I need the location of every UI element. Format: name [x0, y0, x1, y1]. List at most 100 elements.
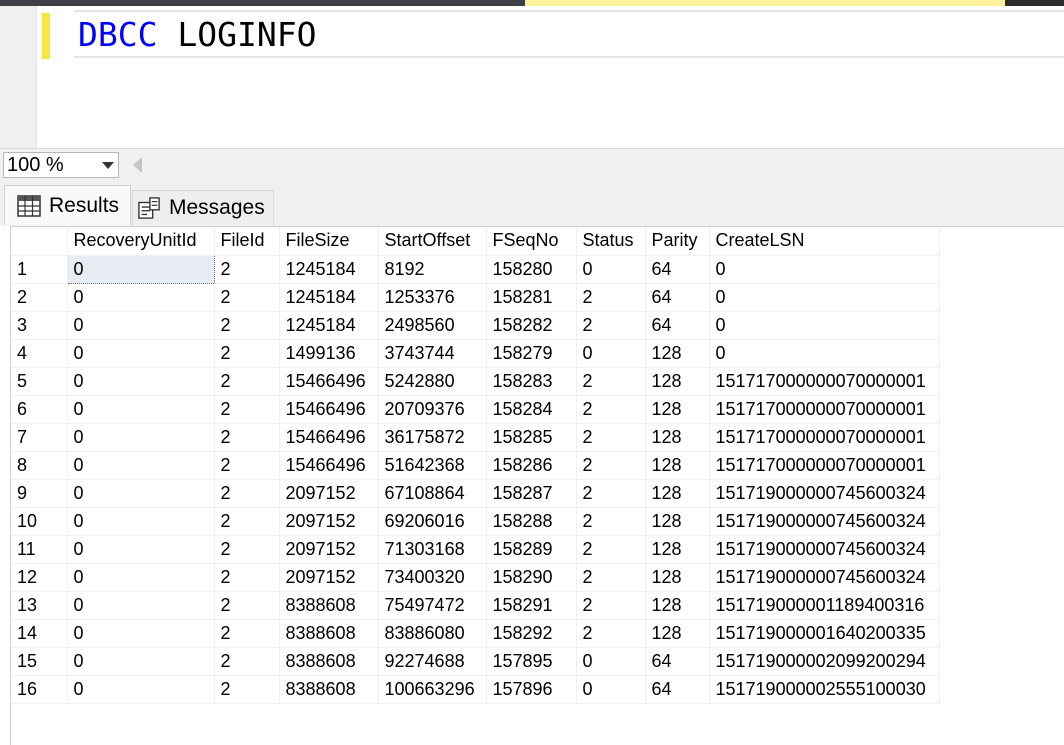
- cell-createlsn[interactable]: 151719000001640200335: [709, 619, 940, 648]
- cell-filesize[interactable]: 15466496: [279, 423, 379, 452]
- table-row[interactable]: 11 0 2 2097152 71303168 158289 2 128 15171900000…: [11, 535, 940, 564]
- row-number-cell[interactable]: 1: [11, 255, 68, 284]
- cell-createlsn[interactable]: 151717000000070000001: [709, 395, 940, 424]
- cell-status[interactable]: 0: [576, 647, 646, 676]
- results-grid[interactable]: RecoveryUnitId FileId FileSize StartOffs…: [11, 227, 940, 704]
- row-number-cell[interactable]: 12: [11, 563, 68, 592]
- row-number-cell[interactable]: 14: [11, 619, 68, 648]
- cell-startoffset[interactable]: 8192: [378, 255, 487, 284]
- column-header-recoveryunitid[interactable]: RecoveryUnitId: [67, 227, 215, 256]
- cell-status[interactable]: 2: [576, 507, 646, 536]
- cell-createlsn[interactable]: 151717000000070000001: [709, 451, 940, 480]
- cell-filesize[interactable]: 8388608: [279, 591, 379, 620]
- cell-parity[interactable]: 128: [645, 339, 710, 368]
- cell-startoffset[interactable]: 3743744: [378, 339, 487, 368]
- cell-fileid[interactable]: 2: [214, 395, 280, 424]
- table-row[interactable]: 13 0 2 8388608 75497472 158291 2 128 15171900000…: [11, 591, 940, 620]
- cell-fseqno[interactable]: 158281: [486, 283, 577, 312]
- cell-startoffset[interactable]: 92274688: [378, 647, 487, 676]
- column-header-startoffset[interactable]: StartOffset: [378, 227, 487, 256]
- cell-recoveryunitid[interactable]: 0: [67, 535, 215, 564]
- cell-filesize[interactable]: 2097152: [279, 563, 379, 592]
- cell-status[interactable]: 0: [576, 255, 646, 284]
- cell-createlsn[interactable]: 151717000000070000001: [709, 367, 940, 396]
- cell-filesize[interactable]: 2097152: [279, 507, 379, 536]
- row-number-cell[interactable]: 5: [11, 367, 68, 396]
- cell-fileid[interactable]: 2: [214, 591, 280, 620]
- column-header-filesize[interactable]: FileSize: [279, 227, 379, 256]
- cell-fseqno[interactable]: 158289: [486, 535, 577, 564]
- row-number-cell[interactable]: 10: [11, 507, 68, 536]
- column-header-fseqno[interactable]: FSeqNo: [486, 227, 577, 256]
- cell-fileid[interactable]: 2: [214, 507, 280, 536]
- cell-status[interactable]: 2: [576, 479, 646, 508]
- cell-filesize[interactable]: 2097152: [279, 479, 379, 508]
- row-number-cell[interactable]: 11: [11, 535, 68, 564]
- cell-filesize[interactable]: 1245184: [279, 283, 379, 312]
- table-row[interactable]: 1 0 2 1245184 8192 158280 0 64 0: [11, 254, 940, 284]
- cell-status[interactable]: 2: [576, 395, 646, 424]
- cell-createlsn[interactable]: 0: [709, 255, 940, 284]
- cell-fseqno[interactable]: 157895: [486, 647, 577, 676]
- cell-recoveryunitid[interactable]: 0: [67, 451, 215, 480]
- cell-status[interactable]: 2: [576, 591, 646, 620]
- table-row[interactable]: 9 0 2 2097152 67108864 158287 2 128 151719000000…: [11, 479, 940, 508]
- cell-filesize[interactable]: 15466496: [279, 395, 379, 424]
- table-row[interactable]: 10 0 2 2097152 69206016 158288 2 128 15171900000…: [11, 507, 940, 536]
- cell-fileid[interactable]: 2: [214, 451, 280, 480]
- cell-fileid[interactable]: 2: [214, 675, 280, 704]
- cell-createlsn[interactable]: 0: [709, 339, 940, 368]
- cell-startoffset[interactable]: 73400320: [378, 563, 487, 592]
- cell-fileid[interactable]: 2: [214, 423, 280, 452]
- table-row[interactable]: 8 0 2 15466496 51642368 158286 2 128 15171700000…: [11, 451, 940, 480]
- row-number-cell[interactable]: 2: [11, 283, 68, 312]
- cell-status[interactable]: 2: [576, 311, 646, 340]
- cell-recoveryunitid[interactable]: 0: [67, 283, 215, 312]
- table-row[interactable]: 2 0 2 1245184 1253376 158281 2 64 0: [11, 283, 940, 312]
- cell-fileid[interactable]: 2: [214, 255, 280, 284]
- cell-filesize[interactable]: 15466496: [279, 367, 379, 396]
- cell-createlsn[interactable]: 0: [709, 283, 940, 312]
- cell-fileid[interactable]: 2: [214, 367, 280, 396]
- cell-parity[interactable]: 64: [645, 311, 710, 340]
- cell-parity[interactable]: 128: [645, 619, 710, 648]
- cell-recoveryunitid[interactable]: 0: [67, 339, 215, 368]
- cell-parity[interactable]: 128: [645, 479, 710, 508]
- cell-recoveryunitid[interactable]: 0: [67, 507, 215, 536]
- cell-fseqno[interactable]: 158284: [486, 395, 577, 424]
- cell-recoveryunitid[interactable]: 0: [67, 619, 215, 648]
- zoom-dropdown[interactable]: 100 %: [3, 152, 119, 178]
- table-row[interactable]: 4 0 2 1499136 3743744 158279 0 128 0: [11, 339, 940, 368]
- cell-filesize[interactable]: 1245184: [279, 255, 379, 284]
- cell-fseqno[interactable]: 158287: [486, 479, 577, 508]
- table-row[interactable]: 12 0 2 2097152 73400320 158290 2 128 15171900000…: [11, 563, 940, 592]
- cell-fileid[interactable]: 2: [214, 563, 280, 592]
- cell-fileid[interactable]: 2: [214, 479, 280, 508]
- table-row[interactable]: 15 0 2 8388608 92274688 157895 0 64 151719000002…: [11, 647, 940, 676]
- cell-status[interactable]: 2: [576, 619, 646, 648]
- cell-parity[interactable]: 64: [645, 647, 710, 676]
- cell-status[interactable]: 2: [576, 423, 646, 452]
- cell-parity[interactable]: 64: [645, 255, 710, 284]
- cell-startoffset[interactable]: 51642368: [378, 451, 487, 480]
- cell-recoveryunitid[interactable]: 0: [67, 647, 215, 676]
- cell-fseqno[interactable]: 158285: [486, 423, 577, 452]
- table-row[interactable]: 7 0 2 15466496 36175872 158285 2 128 15171700000…: [11, 423, 940, 452]
- cell-parity[interactable]: 128: [645, 367, 710, 396]
- row-number-cell[interactable]: 16: [11, 675, 68, 704]
- cell-parity[interactable]: 64: [645, 675, 710, 704]
- cell-fileid[interactable]: 2: [214, 339, 280, 368]
- cell-fseqno[interactable]: 158290: [486, 563, 577, 592]
- cell-fseqno[interactable]: 158292: [486, 619, 577, 648]
- cell-recoveryunitid[interactable]: 0: [67, 591, 215, 620]
- cell-createlsn[interactable]: 151719000000745600324: [709, 563, 940, 592]
- cell-createlsn[interactable]: 151719000000745600324: [709, 479, 940, 508]
- cell-fileid[interactable]: 2: [214, 283, 280, 312]
- row-number-header[interactable]: [11, 227, 68, 256]
- cell-parity[interactable]: 128: [645, 563, 710, 592]
- cell-startoffset[interactable]: 83886080: [378, 619, 487, 648]
- cell-startoffset[interactable]: 20709376: [378, 395, 487, 424]
- cell-createlsn[interactable]: 151719000001189400316: [709, 591, 940, 620]
- cell-fseqno[interactable]: 158286: [486, 451, 577, 480]
- cell-fseqno[interactable]: 158282: [486, 311, 577, 340]
